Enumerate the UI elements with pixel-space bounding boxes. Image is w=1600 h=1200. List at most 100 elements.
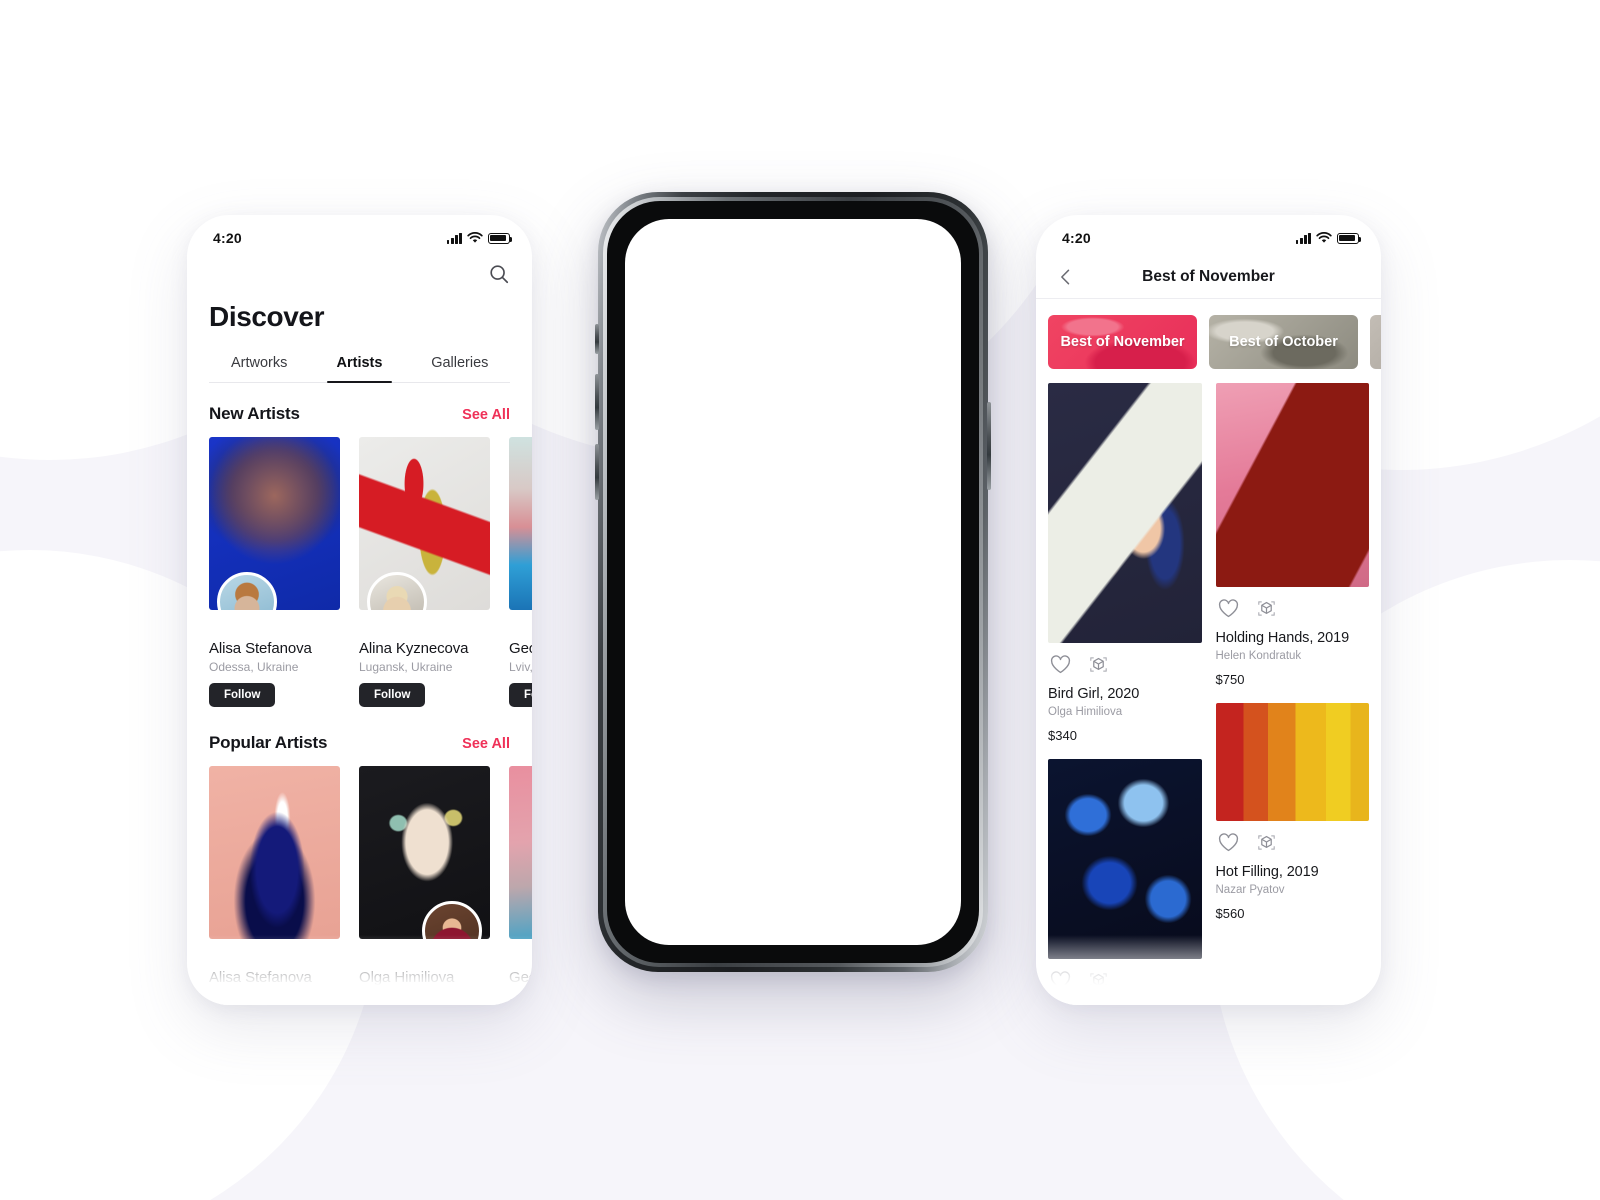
artwork-column-left: Bird Girl, 2020 Olga Himiliova $340 — [1048, 383, 1202, 1005]
artist-artwork-thumb[interactable] — [209, 437, 340, 610]
left-phone-mockup: 4:20 Discover Artworks Artists Galleries… — [187, 215, 532, 1005]
section-header-popular-artists: Popular Artists See All — [187, 733, 532, 753]
volume-down-button[interactable] — [595, 444, 599, 500]
artist-name: Olga Himiliova — [359, 969, 455, 986]
artist-location: Odessa, Ukraine — [209, 989, 299, 1003]
artist-name: Alisa Stefanova — [209, 969, 312, 986]
artwork-price: $340 — [1048, 728, 1077, 743]
artist-location: Lv — [509, 989, 522, 1003]
ar-cube-icon[interactable] — [1088, 654, 1109, 675]
artist-avatar[interactable] — [217, 572, 277, 610]
ar-cube-icon[interactable] — [1088, 970, 1109, 991]
see-all-new-artists[interactable]: See All — [462, 407, 510, 423]
heart-icon[interactable] — [1218, 833, 1239, 852]
artist-artwork-thumb[interactable] — [209, 766, 340, 939]
artist-card[interactable]: Alina Kyznecova Lugansk, Ukraine Follow — [359, 437, 490, 707]
tab-galleries[interactable]: Galleries — [410, 355, 510, 382]
chip-label: Best of November — [1060, 334, 1185, 350]
heart-icon[interactable] — [1218, 599, 1239, 618]
see-all-popular-artists[interactable]: See All — [462, 736, 510, 752]
screenshot-canvas: 4:20 Discover Artworks Artists Galleries… — [0, 0, 1600, 1200]
artwork-image[interactable] — [1215, 383, 1369, 587]
section-header-new-artists: New Artists See All — [187, 404, 532, 424]
artist-card[interactable]: Alisa Stefanova Odessa, Ukraine Follow — [209, 766, 340, 1005]
artwork-card[interactable]: Bird Girl, 2020 Olga Himiliova $340 — [1048, 383, 1202, 743]
chip-best-of-october[interactable]: Best of October — [1209, 315, 1358, 369]
artwork-image[interactable] — [1215, 703, 1369, 821]
battery-full-icon — [488, 232, 513, 244]
artist-card[interactable]: Geo Lviv, Fo — [509, 437, 532, 707]
artwork-price: $750 — [1215, 672, 1245, 687]
center-device-mockup — [595, 192, 991, 972]
cellular-bars-icon — [446, 232, 462, 244]
page-title: Discover — [209, 301, 325, 332]
artist-location: Lviv, — [509, 660, 532, 674]
artwork-artist: Nazar Pyatov — [1215, 884, 1285, 896]
chevron-left-icon[interactable] — [1056, 267, 1076, 287]
artist-location: Lugansk, Ukraine — [359, 660, 453, 674]
navigation-bar: Best of November — [1036, 255, 1381, 299]
artist-card[interactable]: Geo Lv Fo — [509, 766, 532, 1005]
artist-location: Odessa, Ukraine — [209, 660, 299, 674]
heart-icon[interactable] — [1050, 655, 1071, 674]
wifi-icon — [1316, 232, 1332, 243]
device-screen[interactable] — [625, 219, 961, 945]
heart-icon[interactable] — [1050, 971, 1071, 990]
artwork-title: Bird Girl, 2020 — [1048, 686, 1140, 702]
status-time: 4:20 — [1062, 230, 1091, 246]
right-status-bar: 4:20 — [1036, 215, 1381, 255]
popular-artists-carousel[interactable]: Alisa Stefanova Odessa, Ukraine Follow O… — [187, 766, 532, 1005]
status-time: 4:20 — [213, 230, 242, 246]
ar-cube-icon[interactable] — [1256, 832, 1277, 853]
battery-full-icon — [1337, 232, 1362, 244]
artwork-artist: Helen Kondratuk — [1215, 650, 1302, 662]
artist-artwork-thumb[interactable] — [509, 766, 532, 939]
mute-switch-button[interactable] — [595, 324, 599, 354]
artwork-card[interactable] — [1048, 759, 1202, 1002]
artist-artwork-thumb[interactable] — [359, 437, 490, 610]
section-title: New Artists — [209, 404, 300, 423]
artwork-card[interactable]: Holding Hands, 2019 Helen Kondratuk $750 — [1215, 383, 1369, 687]
nav-title: Best of November — [1142, 267, 1275, 285]
artist-name: Geo — [509, 640, 532, 657]
artwork-image[interactable] — [1048, 759, 1202, 959]
cellular-bars-icon — [1295, 232, 1311, 244]
artist-avatar[interactable] — [367, 572, 427, 610]
artwork-artist: Olga Himiliova — [1048, 706, 1123, 718]
discover-tabs: Artworks Artists Galleries — [209, 355, 510, 383]
artwork-image[interactable] — [1048, 383, 1202, 643]
left-phone-notch — [284, 215, 435, 241]
chip-best-of-november[interactable]: Best of November — [1048, 315, 1197, 369]
volume-up-button[interactable] — [595, 374, 599, 430]
artist-avatar[interactable] — [422, 901, 482, 939]
section-title: Popular Artists — [209, 733, 328, 752]
tab-artists[interactable]: Artists — [309, 355, 409, 383]
new-artists-carousel[interactable]: Alisa Stefanova Odessa, Ukraine Follow A… — [187, 437, 532, 707]
tab-artworks[interactable]: Artworks — [209, 355, 309, 382]
right-phone-notch — [1133, 215, 1284, 241]
artwork-title: Holding Hands, 2019 — [1215, 630, 1350, 646]
artwork-column-right: Holding Hands, 2019 Helen Kondratuk $750 — [1215, 383, 1369, 1005]
artist-artwork-thumb[interactable] — [509, 437, 532, 610]
artist-card[interactable]: Olga Himiliova Kyiv, Ukraine Follow — [359, 766, 490, 1005]
power-button[interactable] — [987, 402, 991, 490]
left-status-bar: 4:20 — [187, 215, 532, 255]
artwork-card[interactable]: Hot Filling, 2019 Nazar Pyatov $560 — [1215, 703, 1369, 921]
artist-name: Alisa Stefanova — [209, 640, 312, 657]
chip-best-of-next[interactable]: B — [1370, 315, 1381, 369]
follow-button[interactable]: Follow — [359, 683, 426, 707]
artist-location: Kyiv, Ukraine — [359, 989, 429, 1003]
artist-card[interactable]: Alisa Stefanova Odessa, Ukraine Follow — [209, 437, 340, 707]
artist-artwork-thumb[interactable] — [359, 766, 490, 939]
ar-cube-icon[interactable] — [1256, 598, 1277, 619]
artwork-masonry-grid: Bird Girl, 2020 Olga Himiliova $340 Hold… — [1036, 369, 1381, 1005]
chip-label: Best of October — [1229, 334, 1338, 350]
search-icon[interactable] — [488, 263, 510, 285]
wifi-icon — [467, 232, 483, 243]
artist-name: Geo — [509, 969, 532, 986]
follow-button[interactable]: Fo — [509, 683, 532, 707]
collection-chip-row[interactable]: Best of November Best of October B — [1036, 299, 1381, 369]
follow-button[interactable]: Follow — [209, 683, 276, 707]
right-phone-mockup: 4:20 Best of November Best of November B… — [1036, 215, 1381, 1005]
artwork-title: Hot Filling, 2019 — [1215, 864, 1319, 880]
